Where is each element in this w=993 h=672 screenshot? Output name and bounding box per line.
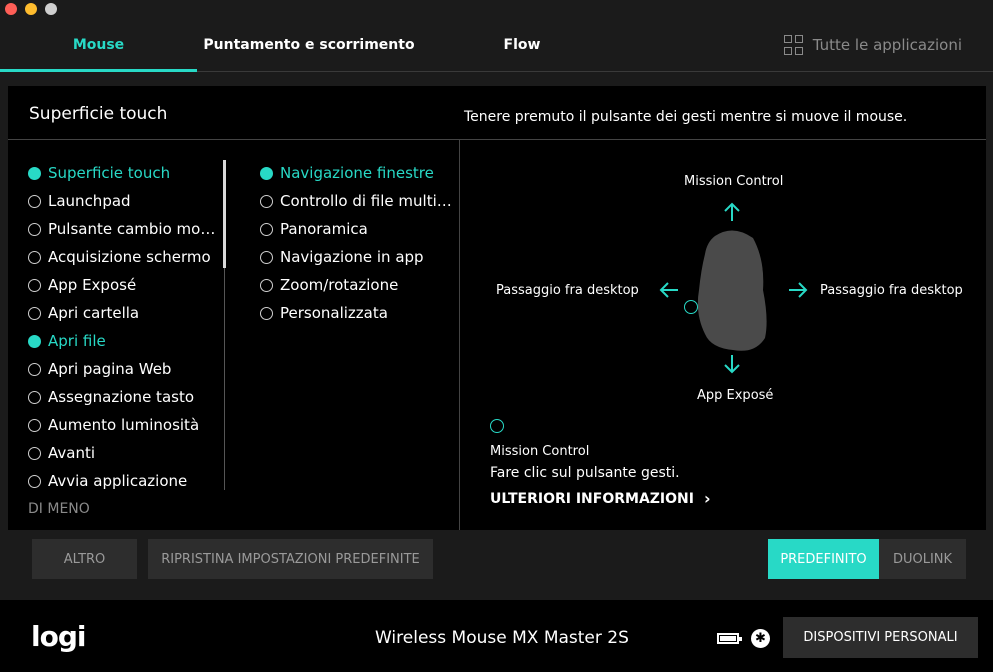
radio-icon [28,418,41,432]
more-info-link[interactable]: ULTERIORI INFORMAZIONI › [490,489,711,508]
action-list: Superficie touch Launchpad Pulsante camb… [28,159,223,495]
list-item[interactable]: Navigazione in app [260,243,455,271]
list-item[interactable]: Panoramica [260,215,455,243]
gesture-down-label: App Exposé [697,388,774,403]
all-applications-label: Tutte le applicazioni [812,36,962,54]
device-name: Wireless Mouse MX Master 2S [375,628,629,648]
list-item[interactable]: Controllo di file multime... [260,187,455,215]
tab-flow[interactable]: Flow [470,18,574,72]
gesture-mode-list: Navigazione finestre Controllo di file m… [260,159,455,327]
list-item[interactable]: Acquisizione schermo [28,243,223,271]
list-item[interactable]: Apri file [28,327,223,355]
gesture-left-label: Passaggio fra desktop [496,283,639,298]
radio-icon [28,278,41,292]
show-less-button[interactable]: DI MENO [28,501,90,517]
radio-icon [28,446,41,460]
list-item[interactable]: Pulsante cambio modal... [28,215,223,243]
grid-icon [783,35,804,55]
gesture-diagram: Mission Control Passaggio fra desktop Pa… [460,140,986,530]
arrow-right-icon [789,282,808,298]
close-window-button[interactable] [5,3,17,15]
gesture-info-description: Fare clic sul pulsante gesti. [490,465,680,481]
gesture-up-label: Mission Control [684,174,784,189]
arrow-left-icon [659,282,678,298]
list-item[interactable]: Personalizzata [260,299,455,327]
radio-icon [260,250,273,264]
radio-icon [28,222,41,236]
minimize-window-button[interactable] [25,3,37,15]
list-item[interactable]: Assegnazione tasto [28,383,223,411]
gesture-right-label: Passaggio fra desktop [820,283,963,298]
list-scrollbar-thumb[interactable] [223,160,226,268]
radio-icon [28,362,41,376]
zoom-window-button[interactable] [45,3,57,15]
arrow-down-icon [724,355,740,374]
duolink-button[interactable]: DUOLINK [879,539,966,579]
list-item[interactable]: Avvia applicazione [28,467,223,495]
all-applications-button[interactable]: Tutte le applicazioni [783,18,962,72]
panel-title: Superficie touch [29,104,168,124]
radio-icon [28,334,41,348]
list-item[interactable]: Navigazione finestre [260,159,455,187]
list-item[interactable]: Launchpad [28,187,223,215]
tab-mouse[interactable]: Mouse [0,18,197,72]
radio-icon [28,390,41,404]
list-item[interactable]: Superficie touch [28,159,223,187]
list-item[interactable]: Avanti [28,439,223,467]
radio-icon [260,166,273,180]
battery-icon [717,633,742,644]
list-item[interactable]: Apri pagina Web [28,355,223,383]
footer-bar: logi Wireless Mouse MX Master 2S ✱ DISPO… [0,600,993,672]
my-devices-button[interactable]: DISPOSITIVI PERSONALI [783,617,978,658]
logi-logo: logi [31,620,86,653]
more-button[interactable]: ALTRO [32,539,137,579]
default-button[interactable]: PREDEFINITO [768,539,879,579]
info-indicator-icon [490,419,504,433]
restore-defaults-button[interactable]: RIPRISTINA IMPOSTAZIONI PREDEFINITE [148,539,433,579]
radio-icon [260,222,273,236]
radio-icon [28,166,41,180]
radio-icon [28,306,41,320]
mouse-gesture-illustration [697,230,767,351]
settings-panel: Superficie touch Tenere premuto il pulsa… [8,86,986,530]
title-bar [0,0,993,18]
radio-icon [260,278,273,292]
gesture-info-title: Mission Control [490,444,590,459]
list-item[interactable]: Apri cartella [28,299,223,327]
radio-icon [28,250,41,264]
list-item[interactable]: App Exposé [28,271,223,299]
gesture-button-indicator [684,300,698,314]
arrow-up-icon [724,202,740,221]
radio-icon [260,194,273,208]
radio-icon [28,194,41,208]
active-tab-indicator [0,69,197,72]
radio-icon [260,306,273,320]
more-info-label: ULTERIORI INFORMAZIONI [490,490,694,507]
tab-bar: Mouse Puntamento e scorrimento Flow Tutt… [0,18,993,72]
gesture-hint: Tenere premuto il pulsante dei gesti men… [464,109,908,125]
chevron-right-icon: › [703,489,711,508]
list-item[interactable]: Zoom/rotazione [260,271,455,299]
panel-header: Superficie touch Tenere premuto il pulsa… [8,86,986,140]
radio-icon [28,474,41,488]
bluetooth-receiver-icon: ✱ [751,629,770,648]
tab-puntamento-scorrimento[interactable]: Puntamento e scorrimento [197,18,421,72]
list-item[interactable]: Aumento luminosità [28,411,223,439]
